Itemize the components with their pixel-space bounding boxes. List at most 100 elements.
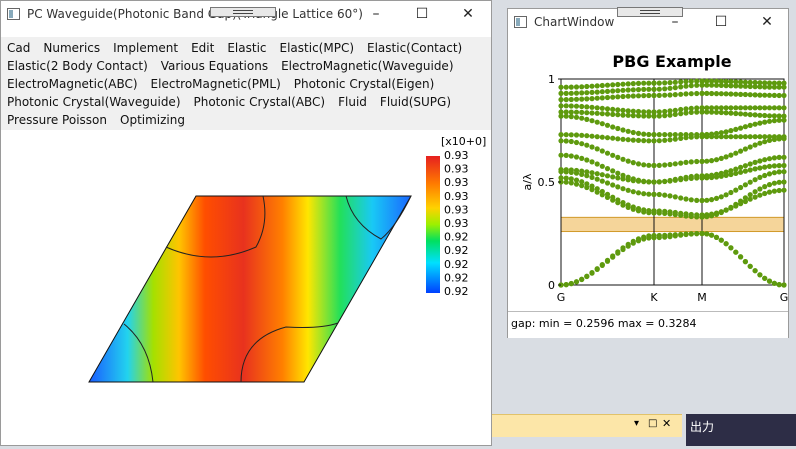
band-point — [594, 171, 600, 177]
band-point — [599, 148, 605, 154]
band-point — [651, 86, 657, 92]
band-point — [742, 124, 748, 130]
band-point — [646, 208, 652, 214]
band-point — [604, 173, 611, 179]
band-point — [599, 262, 605, 268]
menu-item[interactable]: Elastic(Contact) — [367, 39, 470, 57]
band-point — [762, 164, 768, 170]
menu-item[interactable]: Edit — [191, 39, 222, 57]
band-point — [584, 110, 590, 116]
band-point — [579, 109, 585, 115]
menu-item[interactable]: Implement — [113, 39, 186, 57]
close-button[interactable]: ✕ — [445, 1, 491, 29]
band-point — [776, 163, 782, 169]
band-point — [599, 188, 605, 195]
menu-item[interactable]: Numerics — [43, 39, 108, 57]
band-point — [766, 134, 773, 140]
menu-item[interactable]: Optimizing — [120, 111, 193, 129]
band-point — [584, 104, 590, 110]
band-point — [723, 105, 729, 111]
band-point — [604, 191, 611, 197]
menu-item[interactable]: Photonic Crystal(Waveguide) — [7, 93, 189, 111]
band-point — [771, 80, 777, 86]
band-point — [688, 231, 694, 237]
menu-item[interactable]: Photonic Crystal(Eigen) — [294, 75, 443, 93]
menu-row: Cad Numerics Implement Edit Elastic Elastic(M… — [7, 39, 491, 57]
main-window-drag-handle[interactable] — [210, 7, 276, 17]
menu-item[interactable]: ElectroMagnetic(Waveguide) — [281, 57, 461, 75]
band-point — [589, 133, 595, 139]
band-point — [579, 132, 585, 138]
band-point — [635, 108, 642, 115]
band-point — [678, 231, 684, 237]
band-point — [667, 209, 673, 215]
x-tick-label: G — [780, 291, 788, 304]
band-point — [678, 175, 684, 181]
band-point — [723, 154, 729, 160]
band-point — [781, 169, 787, 175]
minimize-button[interactable]: – — [353, 1, 399, 29]
band-point — [610, 182, 616, 188]
band-point — [563, 138, 569, 144]
band-point — [771, 163, 777, 169]
maximize-button[interactable]: ☐ — [399, 1, 445, 29]
band-point — [568, 280, 574, 287]
band-point — [610, 194, 616, 200]
band-point — [709, 105, 715, 111]
band-point — [723, 241, 729, 247]
band-point — [646, 233, 652, 239]
pin-icon[interactable]: ▾ — [634, 418, 639, 429]
band-point — [563, 90, 569, 96]
band-point — [752, 121, 758, 127]
band-point — [699, 212, 705, 218]
chart-window-drag-handle[interactable] — [617, 7, 683, 17]
band-point — [584, 83, 590, 90]
band-point — [656, 80, 662, 86]
menu-item[interactable]: Pressure Poisson — [7, 111, 115, 129]
band-point — [615, 154, 621, 160]
menu-item[interactable]: ElectroMagnetic(ABC) — [7, 75, 146, 93]
chart-close-button[interactable]: ✕ — [744, 9, 790, 37]
band-point — [728, 79, 734, 85]
menu-item[interactable]: Cad — [7, 39, 38, 57]
band-point — [766, 118, 773, 124]
band-point — [728, 245, 734, 251]
band-point — [579, 103, 585, 110]
band-point — [728, 110, 734, 116]
menu-item[interactable]: Fluid(SUPG) — [380, 93, 459, 111]
band-point — [709, 197, 715, 203]
band-point — [688, 197, 694, 203]
band-point — [694, 132, 700, 138]
band-point — [599, 95, 605, 101]
band-point — [742, 182, 748, 188]
band-point — [667, 232, 673, 238]
band-point — [781, 113, 787, 119]
menu-item[interactable]: Elastic(2 Body Contact) — [7, 57, 156, 75]
band-point — [733, 126, 739, 132]
chart-maximize-button[interactable]: ☐ — [698, 9, 744, 37]
band-point — [584, 96, 590, 102]
band-point — [728, 168, 734, 174]
band-point — [713, 91, 720, 97]
band-point — [752, 112, 758, 118]
menu-item[interactable]: Various Equations — [161, 57, 276, 75]
menu-item[interactable]: Elastic — [227, 39, 274, 57]
menu-item[interactable]: Fluid — [338, 93, 375, 111]
band-point — [630, 176, 636, 182]
band-point — [589, 96, 595, 102]
menu-row: Elastic(2 Body Contact) Various Equations… — [7, 57, 491, 75]
band-point — [568, 114, 574, 120]
menu-item[interactable]: Photonic Crystal(ABC) — [194, 93, 334, 111]
band-point — [762, 119, 768, 125]
menu-item[interactable]: Elastic(MPC) — [280, 39, 363, 57]
panel-close-icon[interactable]: ✕ — [662, 417, 671, 430]
band-point — [757, 174, 763, 180]
band-point — [646, 162, 652, 168]
band-point — [688, 159, 694, 165]
band-point — [589, 174, 595, 180]
band-point — [635, 130, 642, 136]
menu-item[interactable]: ElectroMagnetic(PML) — [151, 75, 289, 93]
band-point — [662, 132, 668, 138]
band-point — [747, 263, 753, 269]
pin-icon-2[interactable]: □ — [648, 418, 657, 429]
